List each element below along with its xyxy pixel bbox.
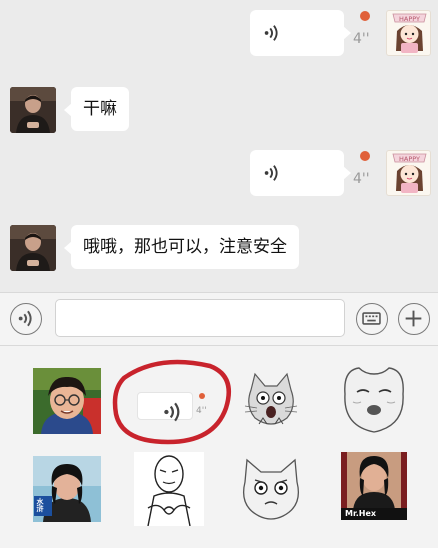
sticker-boy-glasses-photo[interactable] (33, 368, 101, 434)
angry-cat-face-icon (237, 456, 305, 522)
self-avatar[interactable]: HAPPY (386, 10, 431, 56)
voice-input-button[interactable] (10, 303, 42, 335)
sticker-voice-message[interactable]: 4'' (108, 356, 232, 446)
contact-photo-icon (10, 225, 56, 271)
keyboard-icon (362, 312, 381, 325)
message-text: 哦哦，那也可以，注意安全 (83, 237, 287, 257)
mini-voice-bubble (137, 392, 193, 422)
unread-dot (199, 393, 205, 399)
happy-girl-avatar-icon: HAPPY (392, 153, 427, 193)
contact-avatar[interactable] (10, 225, 56, 271)
message-text: 干嘛 (83, 99, 117, 119)
voice-duration: 4'' (353, 171, 370, 187)
voice-waves-icon (18, 310, 32, 327)
sticker-caption-tag: 水浒 (35, 498, 45, 512)
sticker-panel: 4'' 水浒 Mr.Hex (0, 346, 438, 548)
meme-man-heart-hands-icon (134, 452, 204, 526)
voice-waves-icon (264, 25, 278, 41)
sticker-shocked-cat[interactable] (241, 372, 301, 430)
message-text-input[interactable] (55, 299, 345, 337)
chat-input-bar (0, 292, 438, 346)
keyboard-button[interactable] (356, 303, 388, 335)
contact-avatar[interactable] (10, 87, 56, 133)
sticker-angry-cat-face[interactable] (237, 456, 305, 522)
happy-girl-avatar-icon: HAPPY (392, 13, 427, 53)
sticker-woman-photo-mrhex[interactable]: Mr.Hex (341, 452, 407, 520)
boy-glasses-photo-icon (33, 368, 101, 434)
sticker-meme-man-heart-hands[interactable] (134, 452, 204, 526)
unread-dot (360, 151, 370, 161)
text-message-bubble[interactable]: 哦哦，那也可以，注意安全 (64, 225, 299, 269)
sticker-round-face-meme[interactable] (339, 364, 409, 436)
shocked-cat-icon (241, 372, 301, 430)
sticker-woman-photo-tv[interactable]: 水浒 (33, 456, 101, 522)
chat-message-list[interactable]: 4'' HAPPY 干嘛 4'' HAPPY 哦哦，那也可以，注意安全 (0, 0, 438, 292)
unread-dot (360, 11, 370, 21)
round-face-meme-icon (339, 364, 409, 436)
sticker-caption-tag: Mr.Hex (345, 509, 377, 518)
voice-waves-icon (264, 165, 278, 181)
contact-photo-icon (10, 87, 56, 133)
more-actions-button[interactable] (398, 303, 430, 335)
text-message-bubble[interactable]: 干嘛 (64, 87, 129, 131)
voice-waves-icon (164, 402, 180, 422)
self-avatar[interactable]: HAPPY (386, 150, 431, 196)
voice-message-bubble[interactable] (250, 10, 351, 56)
plus-icon (405, 310, 422, 327)
voice-message-bubble[interactable] (250, 150, 351, 196)
svg-text:HAPPY: HAPPY (399, 15, 420, 23)
woman-photo-icon (33, 456, 101, 522)
voice-duration: 4'' (196, 406, 207, 416)
svg-text:HAPPY: HAPPY (399, 155, 420, 163)
voice-duration: 4'' (353, 31, 370, 47)
chat-screen: 4'' HAPPY 干嘛 4'' HAPPY 哦哦，那也可以，注意安全 4'' … (0, 0, 438, 548)
